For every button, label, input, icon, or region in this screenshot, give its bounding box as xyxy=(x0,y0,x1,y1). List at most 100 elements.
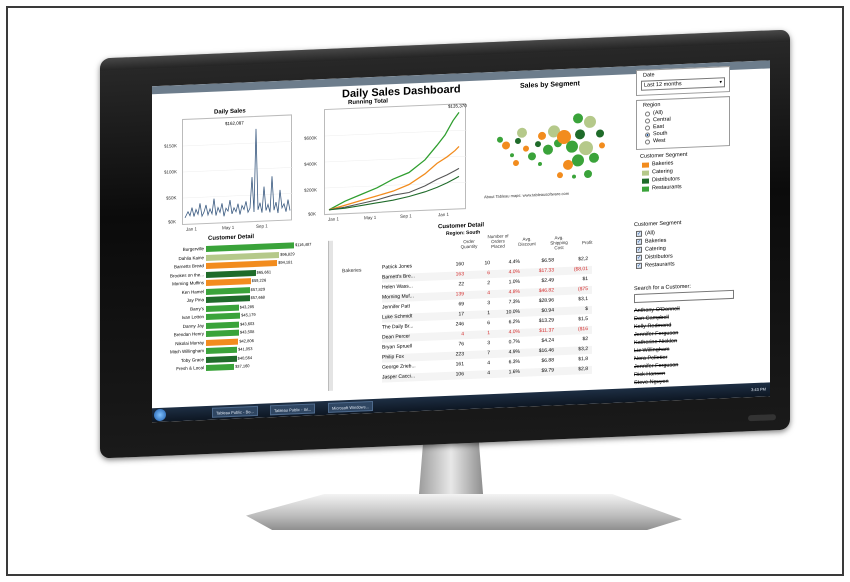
table-cell-qty: 160 xyxy=(455,261,464,268)
customer-bar-name: Ivan Lotton xyxy=(181,314,204,321)
table-cell-name: Jasper Cacci... xyxy=(382,373,416,381)
customer-bar xyxy=(206,251,280,261)
region-radio-selected[interactable] xyxy=(645,132,650,138)
checkbox[interactable]: ✓ xyxy=(636,246,642,253)
column-header[interactable]: Profit xyxy=(582,240,593,245)
table-cell-orders: 4 xyxy=(487,290,490,297)
daily-sales-chart[interactable] xyxy=(182,114,293,226)
customer-list-item[interactable]: Kelly Redmond xyxy=(634,323,671,331)
table-cell-disc: 4.0% xyxy=(508,328,520,336)
detail-table-subtitle: Region: South xyxy=(446,229,481,237)
table-cell-qty: 161 xyxy=(455,361,464,368)
column-header[interactable]: Avg. Discount xyxy=(516,236,538,247)
customer-bar-value: $37,160 xyxy=(235,363,250,369)
screen: Tableau Public - ... Daily Sales Dashboa… xyxy=(152,60,770,423)
checkbox-label: (All) xyxy=(645,230,655,237)
region-radio[interactable] xyxy=(645,125,650,131)
daily-sales-title: Daily Sales xyxy=(214,108,246,116)
table-cell-qty: 76 xyxy=(458,341,464,348)
checkbox[interactable]: ✓ xyxy=(636,238,642,245)
region-radio[interactable] xyxy=(645,111,650,117)
customer-list-item[interactable]: Steve Nguyen xyxy=(634,379,669,386)
legend-swatch-distributors xyxy=(642,178,649,184)
customer-bar-value: $116,487 xyxy=(295,241,312,248)
customer-bar xyxy=(206,269,256,278)
checkbox-label: Bakeries xyxy=(645,237,667,245)
customer-bar-value: $59,226 xyxy=(251,277,267,284)
column-header[interactable]: Order Quantity xyxy=(458,239,480,250)
table-cell-ship: $17.33 xyxy=(538,267,554,275)
customer-bar xyxy=(206,260,278,270)
checkbox[interactable]: ✓ xyxy=(636,254,642,261)
running-total-y-tick: $0K xyxy=(308,211,317,217)
table-cell-profit: ($16 xyxy=(577,326,588,333)
table-cell-disc: 0.7% xyxy=(508,338,520,346)
table-cell-ship: $28.96 xyxy=(538,297,554,305)
customer-list-item[interactable]: Jennifer Ferguson xyxy=(634,362,678,370)
column-header[interactable]: Avg. Shipping Cost xyxy=(546,235,572,251)
customer-bar-name: Jay Pina xyxy=(186,297,204,303)
customer-bar-name: Mitch Willingham xyxy=(169,348,204,355)
customer-bar xyxy=(206,295,250,304)
table-cell-name: Helen Wass... xyxy=(382,283,413,291)
segment-map[interactable]: About Tableau maps: www.tableausoftware.… xyxy=(482,88,622,203)
running-total-chart[interactable] xyxy=(324,103,467,216)
table-cell-qty: 106 xyxy=(455,371,464,378)
table-cell-ship: $4.24 xyxy=(541,337,554,344)
daily-sales-y-tick: $100K xyxy=(164,169,178,175)
table-cell-name: Philip Fox xyxy=(382,353,404,361)
legend-swatch-bakeries xyxy=(642,162,649,168)
start-button[interactable] xyxy=(154,408,166,422)
customer-bar-name: Burgerville xyxy=(182,246,204,252)
customer-bar-chart[interactable]: Burgerville $116,487 Dahlia Kaine $96,829 Ba… xyxy=(170,241,324,374)
table-cell-orders: 7 xyxy=(487,350,490,357)
date-select-value: Last 12 months xyxy=(644,81,682,89)
customer-list-item[interactable]: Nora Pelletier xyxy=(634,355,667,362)
running-total-title: Running Total xyxy=(348,98,388,107)
legend-item-label: Distributors xyxy=(652,176,680,184)
customer-search-input[interactable] xyxy=(634,289,734,304)
segment-filter-label: Customer Segment xyxy=(634,220,682,229)
column-header[interactable]: Number of Orders Placed xyxy=(486,233,510,249)
customer-bar-name: Brookes on the... xyxy=(169,271,204,279)
legend-item-label: Catering xyxy=(652,168,673,176)
checkbox[interactable]: ✓ xyxy=(636,262,642,269)
running-total-y-tick: $200K xyxy=(304,187,318,193)
region-radio[interactable] xyxy=(645,139,650,145)
table-cell-profit: $1,8 xyxy=(578,356,588,363)
customer-list-item[interactable]: Anthony O'Donnell xyxy=(634,306,680,314)
taskbar-button[interactable]: Tableau Public - Ial... xyxy=(270,403,316,416)
table-cell-profit: $ xyxy=(585,306,588,313)
customer-bar-name: Ken Hamel xyxy=(181,288,204,295)
power-indicator xyxy=(748,414,776,422)
customer-list-item[interactable]: Liz Willingham xyxy=(634,347,669,354)
date-filter-label: Date xyxy=(643,72,655,79)
taskbar-button[interactable]: Microsoft Windows... xyxy=(328,401,373,413)
customer-bar-row[interactable]: Fresh & Local $37,160 xyxy=(176,361,294,371)
table-cell-orders: 6 xyxy=(487,320,490,327)
region-radio[interactable] xyxy=(645,118,650,124)
chevron-down-icon: ▾ xyxy=(719,79,722,86)
customer-list-item[interactable]: Katherine Nicklen xyxy=(634,338,677,346)
checkbox[interactable]: ✓ xyxy=(636,230,642,237)
segment-map-svg xyxy=(497,113,605,179)
segment-bubbles xyxy=(497,113,605,179)
table-cell-ship: $6.58 xyxy=(541,257,554,264)
table-cell-profit: $3,1 xyxy=(578,296,588,303)
table-cell-name: Jennifer Patt xyxy=(382,303,411,311)
customer-list-item[interactable]: Jennifer Ferguson xyxy=(634,330,678,338)
customer-list-item[interactable]: Rick Hansen xyxy=(634,371,665,378)
table-cell-qty: 246 xyxy=(455,321,464,328)
table-cell-ship: $9.79 xyxy=(541,367,554,374)
table-cell-profit: ($75 xyxy=(577,286,588,293)
date-select[interactable]: Last 12 months ▾ xyxy=(641,77,725,91)
table-cell-name: George Zrieb... xyxy=(382,363,416,371)
bar-chart-scrollbar[interactable] xyxy=(328,240,333,391)
running-total-y-tick: $600K xyxy=(304,135,318,141)
table-cell-profit: $3,2 xyxy=(578,346,588,353)
running-total-svg xyxy=(325,112,467,211)
customer-list-item[interactable]: Dan Campbell xyxy=(634,315,669,322)
table-cell-qty: 223 xyxy=(455,351,464,358)
daily-sales-x-tick: Sep 1 xyxy=(256,223,268,229)
taskbar-button[interactable]: Tableau Public - Bo... xyxy=(212,405,258,418)
